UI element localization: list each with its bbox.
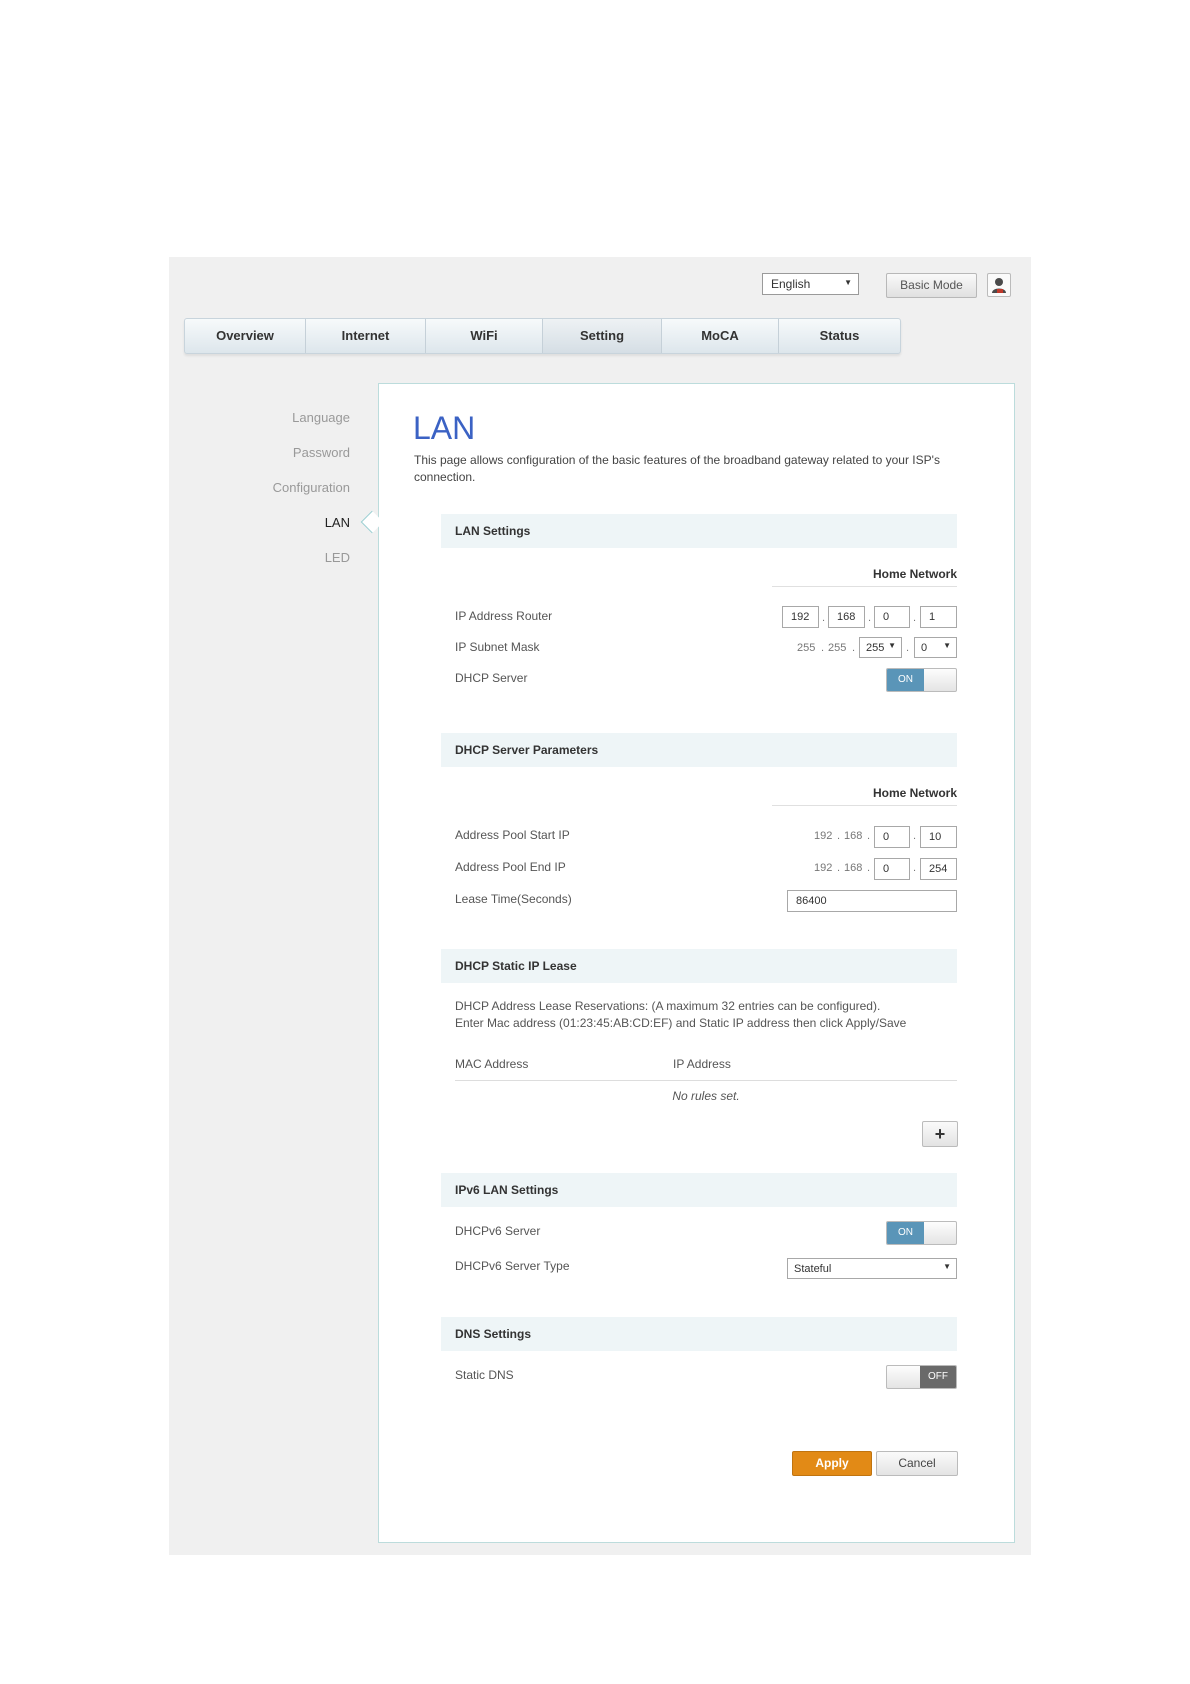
main-tabs: Overview Internet WiFi Setting MoCA Stat… [184, 318, 901, 354]
pool-end-octet-4[interactable]: 254 [920, 858, 957, 880]
pool-start-octet-3[interactable]: 0 [874, 826, 910, 848]
dhcpv6-type-select[interactable]: Stateful ▼ [787, 1258, 957, 1279]
static-dns-label: Static DNS [455, 1368, 514, 1382]
column-header-mac: MAC Address [455, 1057, 529, 1071]
table-divider [455, 1080, 957, 1081]
static-dns-toggle[interactable]: OFF [886, 1365, 957, 1389]
subnet-mask-label: IP Subnet Mask [455, 640, 540, 654]
subnet-octet-2: 255 [828, 642, 847, 654]
sidebar-item-lan[interactable]: LAN [325, 515, 350, 530]
language-select[interactable]: English ▼ [762, 273, 859, 295]
tab-overview[interactable]: Overview [185, 319, 306, 353]
subnet-octet-3-select[interactable]: 255 ▼ [859, 637, 902, 658]
column-header-ip: IP Address [673, 1057, 731, 1071]
separator-dot: . [867, 862, 871, 874]
pool-start-octet-2: 168 [844, 830, 863, 842]
separator-dot: . [821, 642, 825, 654]
page-description: This page allows configuration of the ba… [414, 453, 940, 484]
section-dns-settings: DNS Settings [441, 1317, 957, 1351]
sidebar-item-language[interactable]: Language [292, 410, 350, 425]
pool-end-octet-3[interactable]: 0 [874, 858, 910, 880]
pool-start-octet-1: 192 [814, 830, 833, 842]
page-title: LAN [413, 410, 476, 446]
pool-end-label: Address Pool End IP [455, 860, 566, 874]
user-icon [992, 278, 1006, 293]
pool-end-octet-2: 168 [844, 862, 863, 874]
plus-icon: + [934, 1124, 946, 1144]
ip-router-octet-1[interactable]: 192 [782, 606, 819, 628]
lan-home-network-label: Home Network [772, 567, 957, 587]
basic-mode-button[interactable]: Basic Mode [886, 273, 977, 298]
pool-start-octet-4[interactable]: 10 [920, 826, 957, 848]
lease-time-input[interactable]: 86400 [787, 890, 957, 912]
ip-router-octet-3[interactable]: 0 [874, 606, 910, 628]
dhcp-server-label: DHCP Server [455, 671, 528, 685]
tab-moca[interactable]: MoCA [662, 319, 779, 353]
dhcpv6-type-value: Stateful [794, 1263, 832, 1275]
subnet-octet-4-value: 0 [921, 642, 928, 654]
chevron-down-icon: ▼ [943, 1262, 951, 1271]
dhcpv6-type-label: DHCPv6 Server Type [455, 1259, 570, 1273]
separator-dot: . [837, 862, 841, 874]
language-select-value: English [771, 277, 811, 291]
sidebar-item-configuration[interactable]: Configuration [273, 480, 350, 495]
separator-dot: . [913, 862, 917, 874]
lease-time-label: Lease Time(Seconds) [455, 892, 572, 906]
subnet-octet-3-value: 255 [866, 642, 885, 654]
chevron-down-icon: ▼ [888, 641, 896, 650]
tab-status[interactable]: Status [779, 319, 900, 353]
pool-end-octet-1: 192 [814, 862, 833, 874]
subnet-octet-4-select[interactable]: 0 ▼ [914, 637, 957, 658]
chevron-down-icon: ▼ [844, 278, 852, 287]
tab-setting[interactable]: Setting [543, 319, 662, 353]
section-dhcp-server-parameters: DHCP Server Parameters [441, 733, 957, 767]
separator-dot: . [868, 612, 872, 624]
tab-wifi[interactable]: WiFi [426, 319, 543, 353]
static-lease-note-2: Enter Mac address (01:23:45:AB:CD:EF) an… [455, 1016, 907, 1030]
dhcp-home-network-label: Home Network [772, 786, 957, 806]
dhcpv6-server-toggle[interactable]: ON [886, 1221, 957, 1245]
toggle-on-label: ON [887, 669, 924, 691]
sidebar-item-password[interactable]: Password [293, 445, 350, 460]
add-rule-button[interactable]: + [922, 1121, 958, 1147]
static-lease-note-1: DHCP Address Lease Reservations: (A maxi… [455, 999, 881, 1013]
apply-button[interactable]: Apply [792, 1451, 872, 1476]
section-dhcp-static-ip-lease: DHCP Static IP Lease [441, 949, 957, 983]
section-ipv6-lan-settings: IPv6 LAN Settings [441, 1173, 957, 1207]
separator-dot: . [867, 830, 871, 842]
ip-router-octet-4[interactable]: 1 [920, 606, 957, 628]
toggle-on-label: ON [887, 1222, 924, 1244]
tab-internet[interactable]: Internet [306, 319, 426, 353]
cancel-button[interactable]: Cancel [876, 1451, 958, 1476]
chevron-down-icon: ▼ [943, 641, 951, 650]
subnet-octet-1: 255 [797, 642, 816, 654]
sidebar-item-led[interactable]: LED [325, 550, 350, 565]
separator-dot: . [822, 612, 826, 624]
separator-dot: . [852, 642, 856, 654]
dhcpv6-server-label: DHCPv6 Server [455, 1224, 541, 1238]
separator-dot: . [913, 830, 917, 842]
separator-dot: . [913, 612, 917, 624]
empty-rules-message: No rules set. [672, 1089, 740, 1103]
section-lan-settings: LAN Settings [441, 514, 957, 548]
ip-router-octet-2[interactable]: 168 [828, 606, 865, 628]
ip-router-label: IP Address Router [455, 609, 553, 623]
pool-start-label: Address Pool Start IP [455, 828, 570, 842]
toggle-off-label: OFF [920, 1366, 956, 1388]
separator-dot: . [906, 642, 910, 654]
dhcp-server-toggle[interactable]: ON [886, 668, 957, 692]
user-account-button[interactable] [987, 273, 1011, 297]
separator-dot: . [837, 830, 841, 842]
